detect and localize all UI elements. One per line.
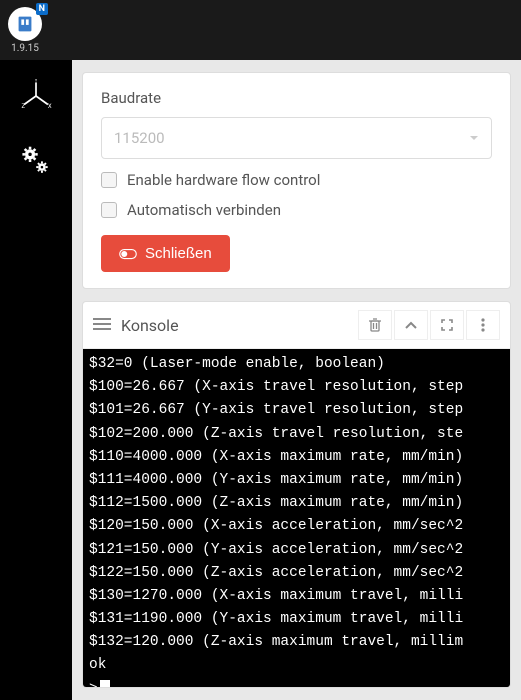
- console-line: $100=26.667 (X-axis travel resolution, s…: [89, 376, 504, 399]
- console-output[interactable]: $32=0 (Laser-mode enable, boolean) $100=…: [83, 349, 510, 687]
- auto-connect-checkbox[interactable]: [101, 202, 117, 218]
- chevron-down-icon: [469, 129, 479, 147]
- brand: N 1.9.15: [8, 7, 42, 54]
- close-button[interactable]: Schließen: [101, 235, 230, 272]
- console-title: Konsole: [121, 316, 348, 335]
- console-prompt[interactable]: >: [89, 678, 504, 687]
- sidebar: Y Z X: [0, 60, 72, 700]
- toggle-icon: [119, 248, 137, 260]
- version-label: 1.9.15: [11, 43, 39, 54]
- console-actions: [358, 310, 500, 340]
- console-panel: Konsole $32=0 (Laser-mode enable, boolea…: [82, 301, 511, 688]
- baudrate-value: 115200: [114, 129, 165, 147]
- auto-connect-label: Automatisch verbinden: [127, 201, 281, 219]
- expand-icon[interactable]: [430, 310, 464, 340]
- settings-icon[interactable]: [12, 138, 60, 186]
- axes-icon[interactable]: Y Z X: [12, 72, 60, 120]
- cursor: [100, 680, 110, 687]
- trash-icon[interactable]: [358, 310, 392, 340]
- flow-control-row[interactable]: Enable hardware flow control: [101, 171, 492, 189]
- console-line: $102=200.000 (Z-axis travel resolution, …: [89, 423, 504, 446]
- notification-badge: N: [36, 3, 48, 15]
- baudrate-label: Baudrate: [101, 89, 492, 107]
- svg-text:X: X: [48, 103, 52, 110]
- console-line: $32=0 (Laser-mode enable, boolean): [89, 353, 504, 376]
- auto-connect-row[interactable]: Automatisch verbinden: [101, 201, 492, 219]
- console-line: $111=4000.000 (Y-axis maximum rate, mm/m…: [89, 469, 504, 492]
- console-line: $122=150.000 (Z-axis acceleration, mm/se…: [89, 562, 504, 585]
- main-content: Baudrate 115200 Enable hardware flow con…: [72, 60, 521, 700]
- console-line: $101=26.667 (Y-axis travel resolution, s…: [89, 399, 504, 422]
- console-line: $121=150.000 (Y-axis acceleration, mm/se…: [89, 539, 504, 562]
- flow-control-checkbox[interactable]: [101, 172, 117, 188]
- console-line: $112=1500.000 (Z-axis maximum rate, mm/m…: [89, 492, 504, 515]
- console-line: $132=120.000 (Z-axis maximum travel, mil…: [89, 631, 504, 654]
- menu-icon[interactable]: [93, 316, 111, 335]
- console-line: ok: [89, 654, 504, 677]
- chevron-up-icon[interactable]: [394, 310, 428, 340]
- app-icon[interactable]: N: [8, 7, 42, 41]
- flow-control-label: Enable hardware flow control: [127, 171, 320, 189]
- svg-text:Z: Z: [22, 103, 26, 110]
- console-line: $130=1270.000 (X-axis maximum travel, mi…: [89, 585, 504, 608]
- svg-text:Y: Y: [34, 79, 38, 84]
- console-line: $120=150.000 (X-axis acceleration, mm/se…: [89, 515, 504, 538]
- close-button-label: Schließen: [145, 245, 212, 262]
- connection-panel: Baudrate 115200 Enable hardware flow con…: [82, 72, 511, 289]
- console-line: $131=1190.000 (Y-axis maximum travel, mi…: [89, 608, 504, 631]
- topbar: N 1.9.15: [0, 0, 521, 60]
- console-header: Konsole: [83, 302, 510, 349]
- prompt-symbol: >: [89, 678, 98, 687]
- baudrate-select[interactable]: 115200: [101, 117, 492, 159]
- more-icon[interactable]: [466, 310, 500, 340]
- console-line: $110=4000.000 (X-axis maximum rate, mm/m…: [89, 446, 504, 469]
